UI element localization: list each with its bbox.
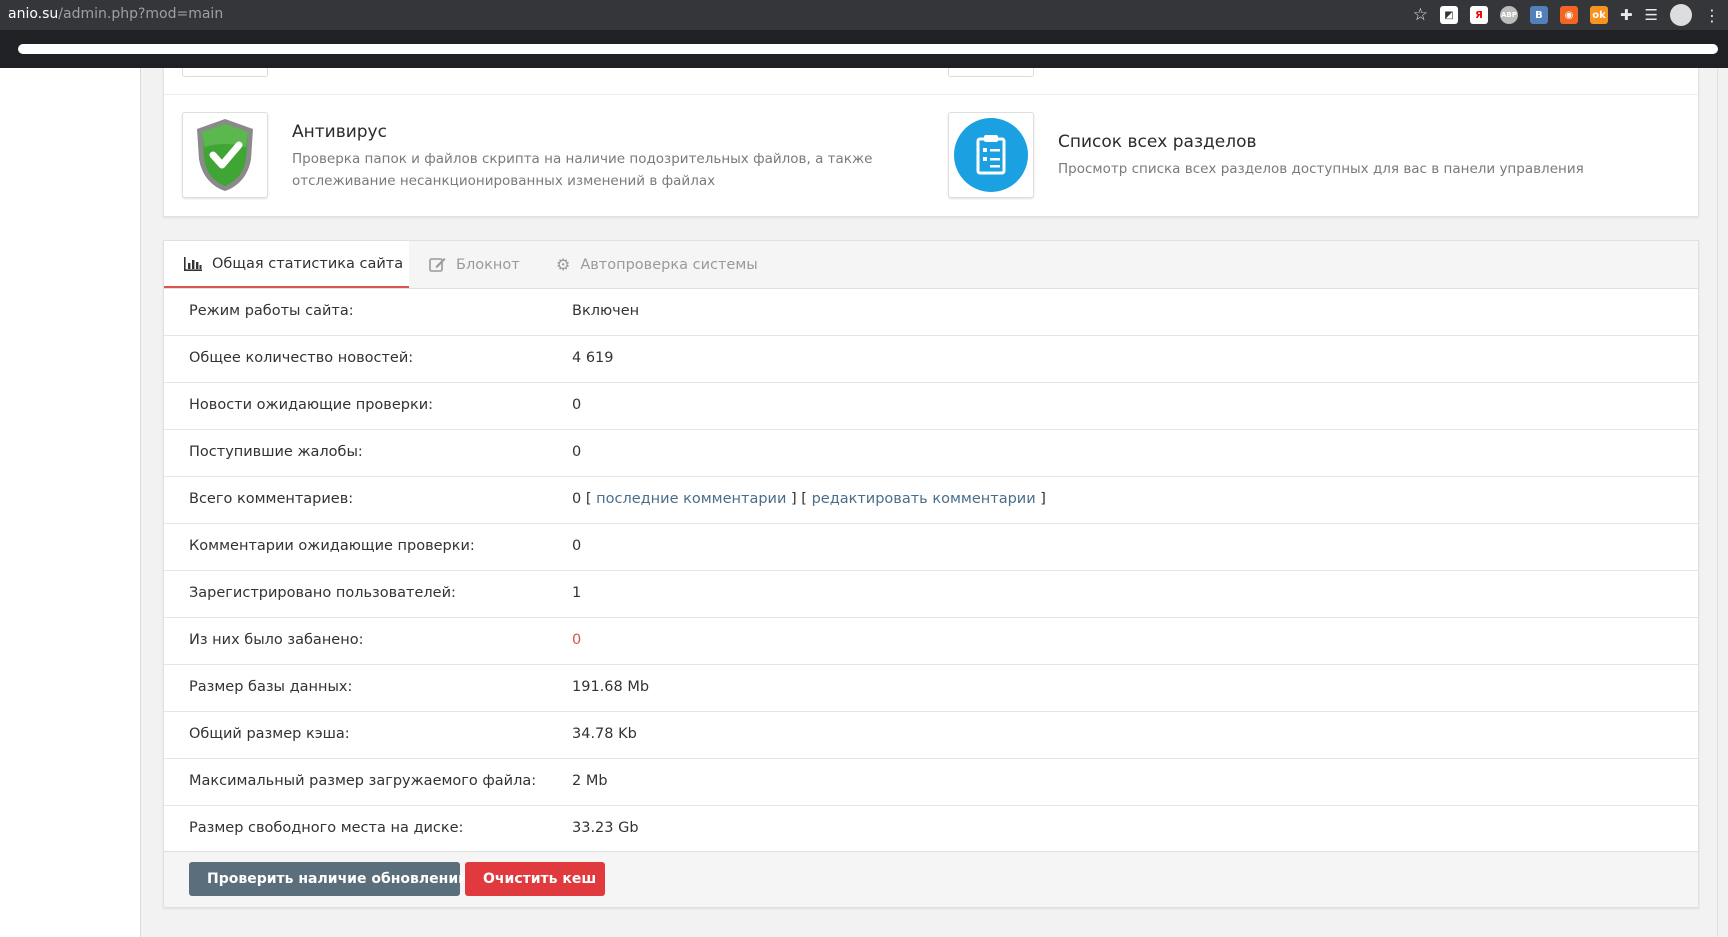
quick-link-antivirus[interactable]: Антивирус Проверка папок и файлов скрипт…	[182, 112, 922, 202]
quick-link-sections[interactable]: Список всех разделов Просмотр списка все…	[948, 112, 1688, 202]
address-bar[interactable]: anio.su/admin.php?mod=main	[8, 6, 223, 22]
description-line: Просмотр списка всех разделов доступных …	[1058, 161, 1584, 177]
avatar[interactable]	[1670, 4, 1692, 26]
menu-icon[interactable]: ⋮	[1704, 6, 1720, 25]
bracket: [	[801, 491, 807, 507]
stat-label: Комментарии ожидающие проверки:	[189, 538, 475, 554]
vk-extension-icon[interactable]: B	[1529, 6, 1548, 24]
quick-icon-stub	[948, 68, 1034, 77]
url-host: anio.su	[8, 6, 59, 22]
admin-sidebar	[0, 68, 141, 937]
stat-label: Максимальный размер загружаемого файла:	[189, 773, 537, 789]
bracket: ]	[1040, 491, 1046, 507]
table-row: Всего комментариев: 0 [ последние коммен…	[164, 477, 1698, 524]
stat-value: 0	[572, 397, 582, 413]
divider	[164, 94, 1698, 95]
edit-comments-link[interactable]: редактировать комментарии	[812, 491, 1036, 507]
stat-value: 1	[572, 585, 582, 601]
ok-extension-icon[interactable]: ok	[1589, 6, 1608, 24]
bracket: [	[585, 491, 592, 507]
extension-icons: ☆ ◩ Я ABP B ◉ ok ✚ ☰ ⋮	[1413, 4, 1720, 26]
stat-value: Включен	[572, 303, 640, 319]
tab-notepad[interactable]: Блокнот	[429, 241, 539, 288]
stat-label: Поступившие жалобы:	[189, 444, 363, 460]
browser-toolbar: anio.su/admin.php?mod=main ☆ ◩ Я ABP B ◉…	[0, 0, 1728, 30]
button-label: Очистить кеш	[483, 871, 597, 887]
quick-link-description: Просмотр списка всех разделов доступных …	[1058, 158, 1584, 180]
yandex-extension-icon[interactable]: Я	[1469, 6, 1488, 24]
extension-icon[interactable]: ◩	[1439, 6, 1458, 24]
edit-icon	[429, 258, 446, 272]
stat-value: 0	[572, 444, 582, 460]
comments-count: 0	[572, 491, 582, 507]
quick-links-panel: Антивирус Проверка папок и файлов скрипт…	[163, 68, 1699, 217]
table-row: Максимальный размер загружаемого файла: …	[164, 759, 1698, 806]
stat-label: Режим работы сайта:	[189, 303, 354, 319]
scrollbar[interactable]	[1717, 68, 1728, 937]
stat-label: Новости ожидающие проверки:	[189, 397, 434, 413]
description-line: отслеживание несанкционированных изменен…	[292, 173, 716, 189]
stat-label: Размер базы данных:	[189, 679, 353, 695]
stat-label: Общее количество новостей:	[189, 350, 414, 366]
banned-count: 0	[572, 632, 582, 648]
stat-value: 0	[572, 538, 582, 554]
bookmarks-bar	[0, 30, 1728, 68]
tab-label: Автопроверка системы	[580, 256, 758, 273]
bar-chart-icon	[184, 256, 202, 271]
shield-check-icon[interactable]	[182, 112, 268, 198]
stat-label: Из них было забанено:	[189, 632, 364, 648]
puzzle-icon[interactable]: ✚	[1620, 6, 1633, 24]
stat-value: 33.23 Gb	[572, 820, 639, 836]
tab-general-stats[interactable]: Общая статистика сайта	[164, 241, 409, 288]
url-path: /admin.php?mod=main	[58, 6, 224, 22]
tab-label: Общая статистика сайта	[212, 255, 404, 272]
table-row: Режим работы сайта: Включен	[164, 289, 1698, 336]
tab-system-autocheck[interactable]: ⚙ Автопроверка системы	[556, 241, 766, 288]
stat-label: Размер свободного места на диске:	[189, 820, 464, 836]
table-row: Размер свободного места на диске: 33.23 …	[164, 806, 1698, 853]
description-line: Проверка папок и файлов скрипта на налич…	[292, 151, 873, 167]
stats-footer: Проверить наличие обновлений Очистить ке…	[164, 851, 1698, 907]
bookmarks-strip	[18, 44, 1718, 54]
table-row: Зарегистрировано пользователей: 1	[164, 571, 1698, 618]
bracket: ]	[791, 491, 797, 507]
clipboard-list-icon[interactable]	[948, 112, 1034, 198]
quick-link-title[interactable]: Антивирус	[292, 122, 387, 142]
stat-value-comments: 0 [ последние комментарии ] [ редактиров…	[572, 491, 1046, 507]
gear-icon: ⚙	[556, 255, 571, 274]
latest-comments-link[interactable]: последние комментарии	[596, 491, 786, 507]
check-updates-button[interactable]: Проверить наличие обновлений	[189, 862, 468, 896]
stat-label: Общий размер кэша:	[189, 726, 350, 742]
site-stats-panel: Общая статистика сайта Блокнот ⚙ Автопро…	[163, 240, 1699, 908]
stat-value: 191.68 Mb	[572, 679, 650, 695]
stat-label: Всего комментариев:	[189, 491, 354, 507]
table-row: Общий размер кэша: 34.78 Kb	[164, 712, 1698, 759]
stats-table: Режим работы сайта: Включен Общее количе…	[164, 289, 1698, 853]
table-row: Общее количество новостей: 4 619	[164, 336, 1698, 383]
reading-list-icon[interactable]: ☰	[1645, 6, 1658, 24]
tab-label: Блокнот	[456, 256, 520, 273]
stat-value: 2 Mb	[572, 773, 608, 789]
quick-link-description: Проверка папок и файлов скрипта на налич…	[292, 148, 872, 192]
table-row: Комментарии ожидающие проверки: 0	[164, 524, 1698, 571]
rss-extension-icon[interactable]: ◉	[1559, 6, 1578, 24]
tab-bar: Общая статистика сайта Блокнот ⚙ Автопро…	[164, 241, 1698, 289]
quick-icon-stub	[182, 68, 268, 77]
stat-value: 4 619	[572, 350, 614, 366]
quick-link-title[interactable]: Список всех разделов	[1058, 132, 1257, 152]
clear-cache-button[interactable]: Очистить кеш	[465, 862, 605, 896]
stat-label: Зарегистрировано пользователей:	[189, 585, 456, 601]
table-row: Поступившие жалобы: 0	[164, 430, 1698, 477]
table-row: Из них было забанено: 0	[164, 618, 1698, 665]
table-row: Размер базы данных: 191.68 Mb	[164, 665, 1698, 712]
button-label: Проверить наличие обновлений	[207, 871, 468, 887]
adblock-extension-icon[interactable]: ABP	[1499, 6, 1518, 24]
table-row: Новости ожидающие проверки: 0	[164, 383, 1698, 430]
stat-value: 34.78 Kb	[572, 726, 637, 742]
bookmark-star-icon[interactable]: ☆	[1413, 5, 1428, 25]
